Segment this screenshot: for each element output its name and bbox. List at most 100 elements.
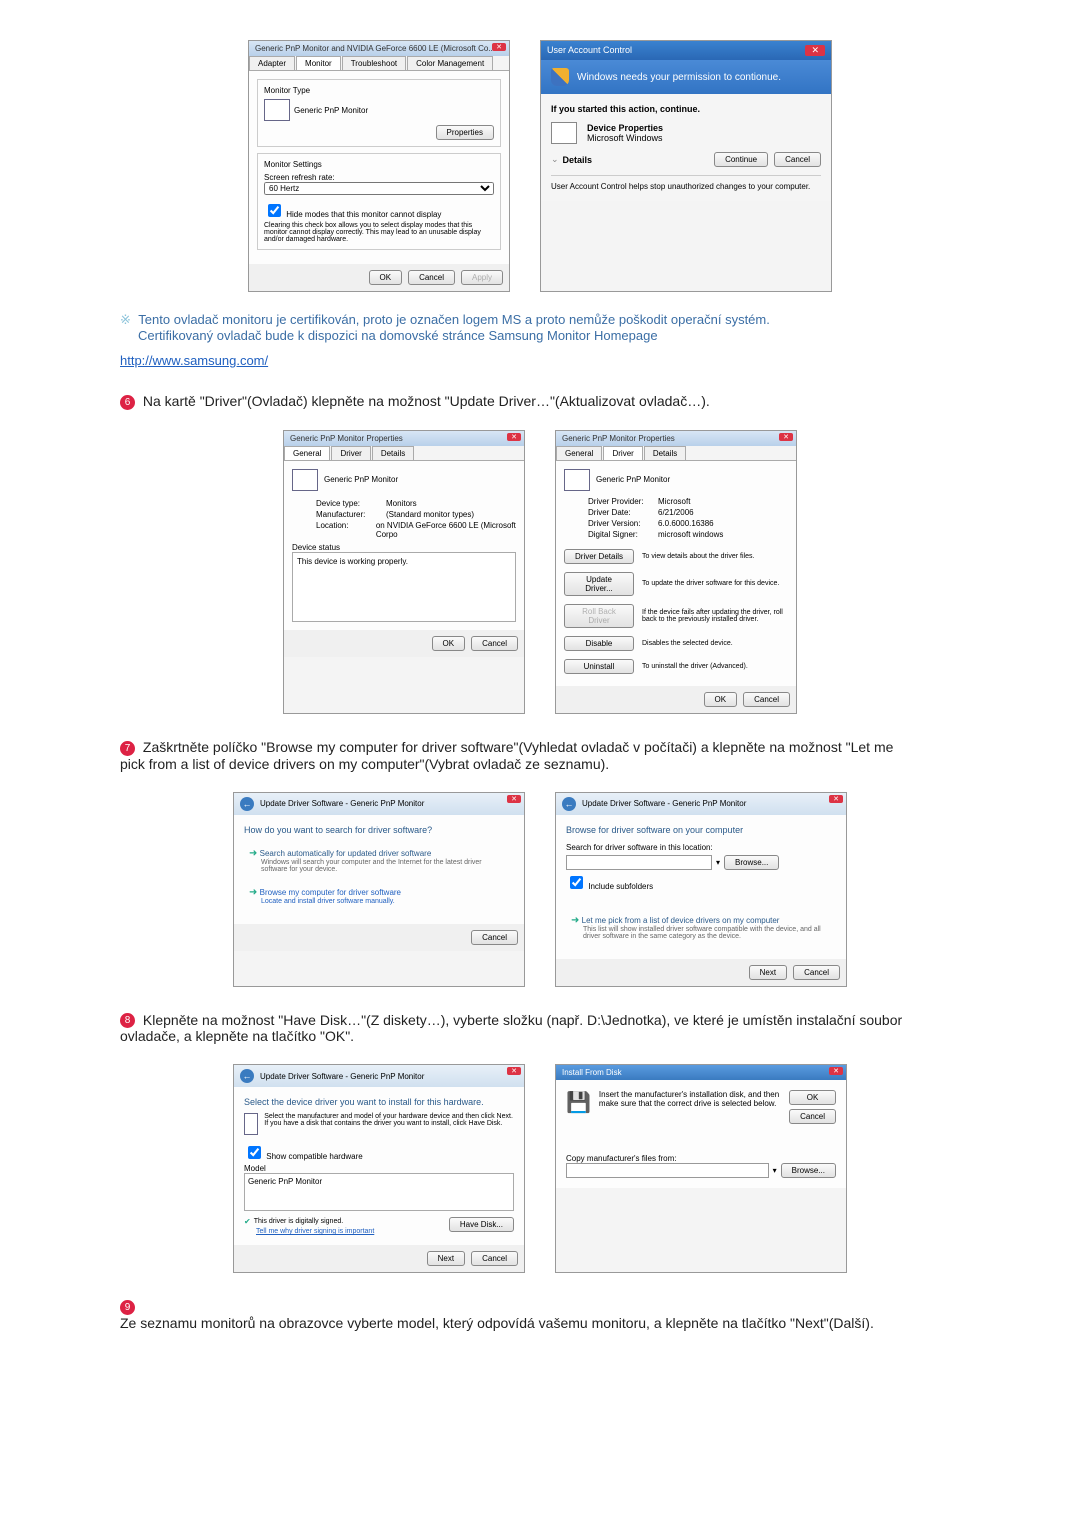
tabs: Adapter Monitor Troubleshoot Color Manag… bbox=[249, 56, 509, 71]
signed-text: This driver is digitally signed. bbox=[254, 1218, 343, 1225]
samsung-link[interactable]: http://www.samsung.com/ bbox=[120, 353, 1060, 368]
cancel-button[interactable]: Cancel bbox=[789, 1109, 836, 1124]
pnp-properties-general: Generic PnP Monitor Properties ✕ General… bbox=[283, 430, 525, 714]
location-label: Location: bbox=[316, 521, 376, 539]
hide-modes-checkbox[interactable] bbox=[268, 204, 281, 217]
properties-button[interactable]: Properties bbox=[436, 125, 494, 140]
next-button[interactable]: Next bbox=[427, 1251, 465, 1266]
option-title: Search automatically for updated driver … bbox=[260, 849, 432, 858]
version-value: 6.0.6000.16386 bbox=[658, 519, 714, 528]
model-item[interactable]: Generic PnP Monitor bbox=[248, 1177, 322, 1186]
tab-driver[interactable]: Driver bbox=[603, 446, 642, 460]
cancel-button[interactable]: Cancel bbox=[774, 152, 821, 167]
program-icon bbox=[551, 122, 577, 144]
browse-button[interactable]: Browse... bbox=[781, 1163, 836, 1178]
update-driver-button[interactable]: Update Driver... bbox=[564, 572, 634, 596]
rollback-desc: If the device fails after updating the d… bbox=[642, 609, 788, 623]
browse-button[interactable]: Browse... bbox=[724, 855, 779, 870]
note-line2: Certifikovaný ovladač bude k dispozici n… bbox=[138, 328, 658, 343]
provider-label: Driver Provider: bbox=[588, 497, 658, 506]
monitor-settings-label: Monitor Settings bbox=[264, 160, 494, 169]
select-driver-wizard: ✕ ← Update Driver Software - Generic PnP… bbox=[233, 1064, 525, 1273]
ok-button[interactable]: OK bbox=[369, 270, 403, 285]
device-name: Generic PnP Monitor bbox=[596, 475, 670, 484]
cancel-button[interactable]: Cancel bbox=[408, 270, 455, 285]
dropdown-icon[interactable]: ▾ bbox=[716, 858, 720, 867]
close-icon[interactable]: ✕ bbox=[507, 433, 521, 441]
device-type-label: Device type: bbox=[316, 499, 386, 508]
uac-footnote: User Account Control helps stop unauthor… bbox=[551, 175, 821, 191]
option-search-auto[interactable]: ➜ Search automatically for updated drive… bbox=[244, 843, 514, 878]
tab-monitor[interactable]: Monitor bbox=[296, 56, 341, 70]
cancel-button[interactable]: Cancel bbox=[471, 636, 518, 651]
disk-desc: Insert the manufacturer's installation d… bbox=[599, 1090, 781, 1124]
device-type-value: Monitors bbox=[386, 499, 417, 508]
copy-path-input[interactable] bbox=[566, 1163, 769, 1178]
dialog-title: Generic PnP Monitor and NVIDIA GeForce 6… bbox=[249, 41, 509, 56]
cancel-button[interactable]: Cancel bbox=[471, 930, 518, 945]
device-status-label: Device status bbox=[292, 543, 516, 552]
tab-details[interactable]: Details bbox=[372, 446, 414, 460]
rollback-button[interactable]: Roll Back Driver bbox=[564, 604, 634, 628]
device-status-box: This device is working properly. bbox=[292, 552, 516, 622]
back-icon[interactable]: ← bbox=[562, 797, 576, 811]
close-icon[interactable]: ✕ bbox=[829, 1067, 843, 1075]
driver-details-button[interactable]: Driver Details bbox=[564, 549, 634, 564]
ok-button[interactable]: OK bbox=[704, 692, 738, 707]
close-icon[interactable]: ✕ bbox=[507, 1067, 521, 1075]
manufacturer-label: Manufacturer: bbox=[316, 510, 386, 519]
next-button[interactable]: Next bbox=[749, 965, 787, 980]
cancel-button[interactable]: Cancel bbox=[793, 965, 840, 980]
update-driver-wizard-1: ✕ ← Update Driver Software - Generic PnP… bbox=[233, 792, 525, 987]
note-line1: Tento ovladač monitoru je certifikován, … bbox=[138, 312, 770, 327]
include-subfolders-checkbox[interactable] bbox=[570, 876, 583, 889]
option-pick-from-list[interactable]: ➜ Let me pick from a list of device driv… bbox=[566, 910, 836, 945]
uac-details[interactable]: Details bbox=[563, 155, 593, 165]
close-icon[interactable]: ✕ bbox=[829, 795, 843, 803]
dropdown-icon[interactable]: ▾ bbox=[773, 1166, 777, 1175]
disk-icon: 💾 bbox=[566, 1090, 591, 1124]
have-disk-button[interactable]: Have Disk... bbox=[449, 1217, 514, 1232]
compat-label: Show compatible hardware bbox=[266, 1152, 363, 1161]
tab-general[interactable]: General bbox=[284, 446, 330, 460]
tab-adapter[interactable]: Adapter bbox=[249, 56, 295, 70]
refresh-select[interactable]: 60 Hertz bbox=[264, 182, 494, 195]
tab-details[interactable]: Details bbox=[644, 446, 686, 460]
uninstall-button[interactable]: Uninstall bbox=[564, 659, 634, 674]
close-icon[interactable]: ✕ bbox=[492, 43, 506, 51]
close-icon[interactable]: ✕ bbox=[805, 45, 825, 56]
uac-dev-prop: Device Properties bbox=[587, 123, 663, 133]
step-6-text: Na kartě "Driver"(Ovladač) klepněte na m… bbox=[143, 393, 710, 409]
back-icon[interactable]: ← bbox=[240, 1069, 254, 1083]
close-icon[interactable]: ✕ bbox=[507, 795, 521, 803]
model-listbox[interactable]: Generic PnP Monitor bbox=[244, 1173, 514, 1211]
apply-button[interactable]: Apply bbox=[461, 270, 503, 285]
cancel-button[interactable]: Cancel bbox=[743, 692, 790, 707]
tab-driver[interactable]: Driver bbox=[331, 446, 370, 460]
continue-button[interactable]: Continue bbox=[714, 152, 768, 167]
compat-checkbox[interactable] bbox=[248, 1146, 261, 1159]
ok-button[interactable]: OK bbox=[789, 1090, 836, 1105]
uac-started-text: If you started this action, continue. bbox=[551, 104, 821, 114]
ok-button[interactable]: OK bbox=[432, 636, 466, 651]
tab-general[interactable]: General bbox=[556, 446, 602, 460]
update-driver-desc: To update the driver software for this d… bbox=[642, 580, 788, 587]
path-input[interactable] bbox=[566, 855, 712, 870]
location-value: on NVIDIA GeForce 6600 LE (Microsoft Cor… bbox=[376, 521, 516, 539]
tab-color[interactable]: Color Management bbox=[407, 56, 493, 70]
signing-link[interactable]: Tell me why driver signing is important bbox=[256, 1228, 374, 1235]
uac-banner-text: Windows needs your permission to contion… bbox=[577, 72, 781, 83]
step-7-text: Zaškrtněte políčko "Browse my computer f… bbox=[120, 739, 893, 772]
chevron-down-icon[interactable]: ⌄ bbox=[551, 154, 559, 165]
close-icon[interactable]: ✕ bbox=[779, 433, 793, 441]
option-browse[interactable]: ➜ Browse my computer for driver software… bbox=[244, 882, 514, 910]
date-label: Driver Date: bbox=[588, 508, 658, 517]
back-icon[interactable]: ← bbox=[240, 797, 254, 811]
disable-button[interactable]: Disable bbox=[564, 636, 634, 651]
monitor-icon bbox=[264, 99, 290, 121]
tab-troubleshoot[interactable]: Troubleshoot bbox=[342, 56, 406, 70]
cancel-button[interactable]: Cancel bbox=[471, 1251, 518, 1266]
step-6-badge: 6 bbox=[120, 395, 135, 410]
model-label: Model bbox=[244, 1164, 514, 1173]
version-label: Driver Version: bbox=[588, 519, 658, 528]
